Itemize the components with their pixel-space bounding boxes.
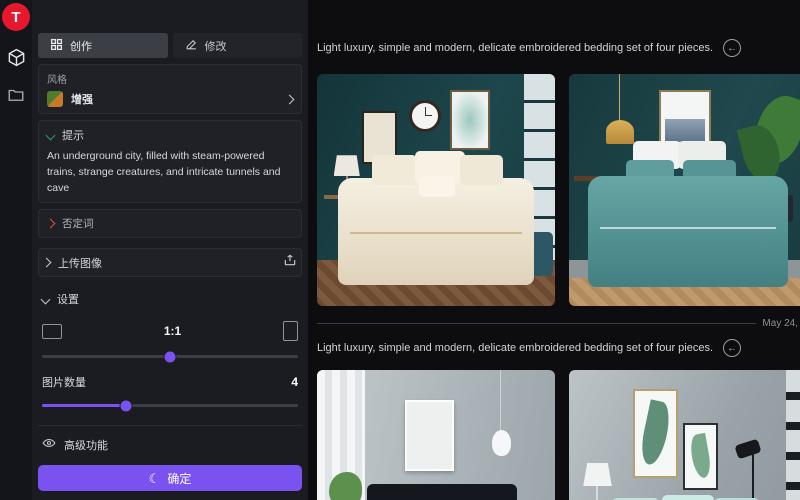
eye-icon: [42, 436, 56, 453]
gallery-area: Light luxury, simple and modern, delicat…: [308, 0, 800, 500]
confirm-button-label: 确定: [167, 470, 191, 487]
aspect-slider-thumb[interactable]: [165, 351, 176, 362]
bed: [588, 176, 788, 287]
crescent-icon: ☾: [149, 472, 161, 485]
cube-icon: [7, 48, 26, 67]
image-count-label: 图片数量: [42, 374, 86, 390]
style-label: 风格: [47, 71, 293, 86]
style-thumbnail: [47, 91, 63, 107]
upload-header[interactable]: 上传图像: [43, 253, 297, 272]
chevron-down-icon: [41, 294, 51, 304]
date-divider: May 24,: [317, 316, 800, 330]
headboard: [367, 484, 517, 500]
portrait-ratio-icon[interactable]: [283, 321, 298, 341]
group1-title-row: Light luxury, simple and modern, delicat…: [317, 38, 800, 58]
advanced-features-label: 高级功能: [64, 437, 108, 453]
pendant-lamp: [606, 120, 635, 143]
image-count-row: 图片数量 4: [38, 374, 302, 390]
duvet-trim: [600, 227, 776, 229]
style-row[interactable]: 增强: [47, 91, 293, 107]
confirm-button[interactable]: ☾ 确定: [38, 465, 302, 491]
pendant-lamp: [492, 430, 511, 456]
grid-icon: [50, 38, 63, 54]
reuse-prompt-button[interactable]: ←: [723, 39, 741, 57]
nav-folder[interactable]: [0, 86, 32, 104]
negative-section[interactable]: 否定词: [38, 209, 302, 238]
group2-title: Light luxury, simple and modern, delicat…: [317, 342, 713, 354]
negative-title: 否定词: [62, 216, 94, 231]
style-value: 增强: [71, 91, 278, 107]
pillow: [662, 495, 714, 500]
control-panel: 创作 修改 风格 增强 提示: [32, 0, 308, 500]
generated-image-2[interactable]: [569, 74, 800, 306]
style-section[interactable]: 风格 增强: [38, 64, 302, 114]
aspect-ratio-row: 1:1: [38, 321, 302, 341]
edit-icon: [185, 38, 198, 54]
generated-image-1[interactable]: [317, 74, 555, 306]
prompt-text[interactable]: An underground city, filled with steam-p…: [47, 149, 293, 196]
art-frame: [450, 90, 490, 150]
image-count-value: 4: [291, 375, 298, 389]
aspect-ratio-slider[interactable]: [42, 355, 298, 358]
aspect-ratio-value: 1:1: [62, 324, 283, 338]
prompt-section[interactable]: 提示 An underground city, filled with stea…: [38, 120, 302, 203]
divider-line: [317, 323, 756, 324]
tab-modify-label: 修改: [205, 38, 227, 54]
chevron-down-icon: [46, 130, 56, 140]
app-logo-letter: T: [11, 9, 20, 26]
chevron-right-icon: [42, 258, 52, 268]
landscape-ratio-icon[interactable]: [42, 324, 62, 339]
table-lamp: [583, 463, 612, 486]
chevron-right-icon: [46, 219, 56, 229]
art-frame: [633, 389, 677, 479]
lamp-stem: [596, 486, 598, 500]
settings-title: 设置: [57, 291, 79, 307]
prompt-header[interactable]: 提示: [47, 127, 293, 143]
window-frame: [786, 370, 800, 500]
art-frame: [405, 400, 454, 471]
chevron-right-icon: [285, 94, 295, 104]
pillow: [419, 176, 455, 197]
plant: [329, 472, 362, 500]
duvet-trim: [350, 232, 521, 234]
lamp-cord: [619, 74, 621, 123]
prompt-title: 提示: [62, 127, 84, 143]
nav-model-cube[interactable]: [0, 48, 32, 67]
floor-lamp-pole: [752, 451, 754, 500]
advanced-features-row[interactable]: 高级功能: [38, 425, 302, 453]
upload-title: 上传图像: [58, 255, 275, 271]
app-logo[interactable]: T: [2, 3, 30, 31]
table-lamp: [334, 155, 360, 176]
negative-header[interactable]: 否定词: [47, 216, 293, 231]
mode-tabs: 创作 修改: [38, 33, 302, 58]
tab-modify[interactable]: 修改: [173, 33, 303, 58]
back-arrow-icon: ←: [727, 343, 737, 354]
wall-clock: [409, 100, 441, 132]
lamp-cord: [500, 370, 501, 433]
settings-header[interactable]: 设置: [38, 289, 302, 309]
image-count-slider-fill: [42, 404, 126, 407]
app-window: T: [0, 0, 800, 500]
generated-image-4[interactable]: [569, 370, 800, 500]
group2-title-row: Light luxury, simple and modern, delicat…: [317, 338, 800, 358]
tab-create[interactable]: 创作: [38, 33, 168, 58]
image-count-slider-thumb[interactable]: [121, 400, 132, 411]
upload-icon[interactable]: [283, 253, 297, 272]
upload-section[interactable]: 上传图像: [38, 248, 302, 277]
generated-image-3[interactable]: [317, 370, 555, 500]
folder-icon: [7, 86, 25, 104]
reuse-prompt-button[interactable]: ←: [723, 339, 741, 357]
art-frame: [683, 423, 718, 490]
left-rail: T: [0, 0, 32, 500]
tab-create-label: 创作: [70, 38, 92, 54]
date-label: May 24,: [762, 318, 798, 329]
group1-image-grid: [317, 74, 800, 306]
image-count-slider[interactable]: [42, 404, 298, 407]
back-arrow-icon: ←: [727, 43, 737, 54]
pillow: [460, 155, 503, 185]
pillow: [372, 155, 417, 185]
group2-image-grid: [317, 370, 800, 500]
group1-title: Light luxury, simple and modern, delicat…: [317, 42, 713, 54]
